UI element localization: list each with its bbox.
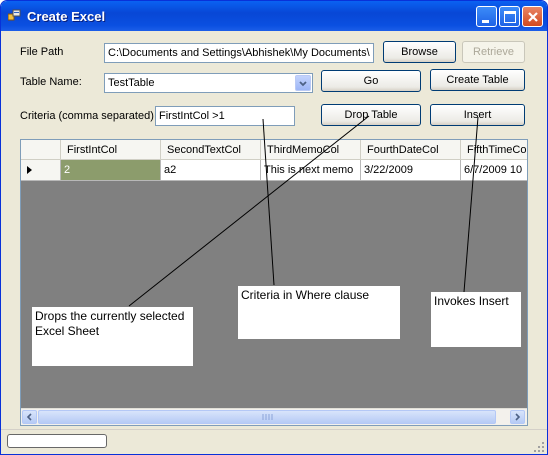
callout-lines — [128, 115, 479, 307]
insert-annotation: Invokes Insert — [431, 292, 521, 347]
status-bar — [1, 429, 547, 454]
drop-table-annotation: Drops the currently selected Excel Sheet — [32, 307, 193, 366]
criteria-annotation: Criteria in Where clause — [238, 286, 400, 339]
progress-bar — [7, 434, 107, 448]
resize-grip-icon[interactable] — [533, 441, 545, 453]
create-excel-window: Create Excel File Path C:\Documents and … — [0, 0, 548, 455]
